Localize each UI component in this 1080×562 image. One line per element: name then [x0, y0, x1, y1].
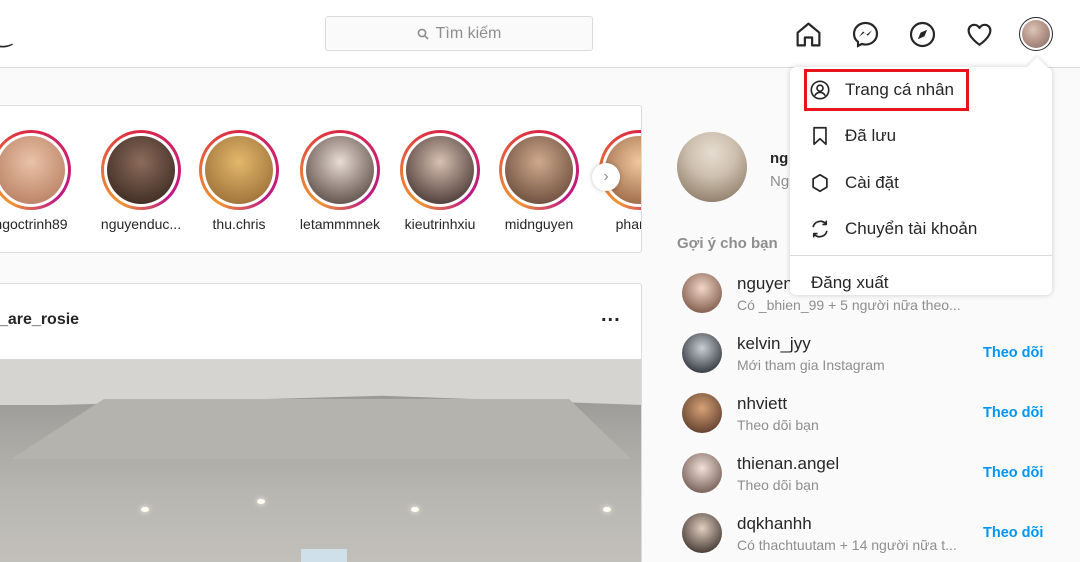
suggestion-username[interactable]: nhviett [737, 394, 787, 414]
bookmark-icon [813, 126, 827, 146]
follow-button[interactable]: Theo dõi [983, 345, 1043, 361]
instagram-logo[interactable]: ‿ [0, 22, 12, 48]
search-input[interactable]: Tìm kiếm [325, 16, 593, 51]
story-username: letammmnek [299, 216, 381, 232]
suggestion-username[interactable]: nguyen [737, 274, 793, 294]
search-icon [417, 28, 429, 40]
menu-item-label: Chuyển tài khoản [845, 219, 978, 238]
avatar[interactable] [682, 393, 722, 433]
post-image[interactable] [0, 359, 641, 562]
stories-tray: ngoctrinh89 nguyenduc... thu.chris letam… [0, 105, 642, 253]
avatar[interactable] [682, 513, 722, 553]
story-item[interactable]: kieutrinhxiu [400, 130, 480, 232]
story-item[interactable]: letammmnek [300, 130, 380, 232]
story-avatar [205, 136, 273, 204]
suggestion-subtitle: Theo dõi bạn [737, 477, 819, 493]
suggestion-subtitle: Có thachtuutam + 14 người nữa t... [737, 537, 957, 553]
story-item[interactable]: midnguyen [499, 130, 579, 232]
profile-avatar-button[interactable] [1019, 17, 1053, 51]
stories-next-button[interactable]: › [592, 163, 620, 191]
messenger-icon [852, 21, 878, 48]
more-options-icon[interactable]: ... [601, 304, 621, 327]
menu-divider [790, 255, 1052, 256]
avatar[interactable] [682, 333, 722, 373]
highlight-box [804, 69, 969, 111]
suggestion-row: kelvin_jyy Mới tham gia Instagram Theo d… [682, 333, 1062, 377]
story-avatar [107, 136, 175, 204]
story-username: thu.chris [212, 216, 266, 232]
suggestion-row: thienan.angel Theo dõi bạn Theo dõi [682, 453, 1062, 497]
follow-button[interactable]: Theo dõi [983, 525, 1043, 541]
post-username[interactable]: _are_rosie [0, 311, 79, 329]
avatar [1022, 20, 1050, 48]
suggestion-username[interactable]: thienan.angel [737, 454, 839, 474]
story-username: nguyenduc... [100, 216, 182, 232]
follow-button[interactable]: Theo dõi [983, 465, 1043, 481]
menu-item-switch-account[interactable]: Chuyển tài khoản [790, 206, 1052, 252]
search-placeholder: Tìm kiếm [435, 24, 502, 42]
story-avatar [306, 136, 374, 204]
top-navigation-bar: ‿ Tìm kiếm [0, 0, 1080, 68]
messenger-button[interactable] [849, 18, 881, 50]
suggestions-title: Gợi ý cho bạn [677, 235, 778, 252]
story-avatar [505, 136, 573, 204]
story-item[interactable]: nguyenduc... [101, 130, 181, 232]
menu-item-logout[interactable]: Đăng xuất [811, 273, 889, 293]
story-avatar [406, 136, 474, 204]
gear-icon [812, 173, 828, 193]
explore-button[interactable] [906, 18, 938, 50]
menu-item-saved[interactable]: Đã lưu [790, 113, 1052, 159]
home-icon [796, 22, 820, 46]
suggestion-username[interactable]: kelvin_jyy [737, 334, 811, 354]
suggestion-subtitle: Có _bhien_99 + 5 người nữa theo... [737, 297, 961, 313]
story-username: phanda [615, 216, 641, 232]
my-avatar[interactable] [677, 132, 747, 202]
chevron-right-icon: › [603, 168, 609, 185]
story-avatar [0, 136, 65, 204]
menu-item-label: Cài đặt [845, 173, 899, 192]
suggestion-username[interactable]: dqkhanhh [737, 514, 812, 534]
suggestion-row: nhviett Theo dõi bạn Theo dõi [682, 393, 1062, 437]
switch-account-icon [812, 220, 828, 238]
home-button[interactable] [792, 18, 824, 50]
story-username: midnguyen [504, 216, 574, 232]
follow-button[interactable]: Theo dõi [983, 405, 1043, 421]
suggestion-subtitle: Mới tham gia Instagram [737, 357, 885, 373]
feed-post: _are_rosie ... [0, 283, 642, 562]
story-username: ngoctrinh89 [0, 216, 68, 232]
suggestion-subtitle: Theo dõi bạn [737, 417, 819, 433]
menu-item-settings[interactable]: Cài đặt [790, 160, 1052, 206]
activity-button[interactable] [963, 18, 995, 50]
avatar[interactable] [682, 453, 722, 493]
suggestion-row: dqkhanhh Có thachtuutam + 14 người nữa t… [682, 513, 1062, 557]
compass-icon [909, 21, 935, 47]
heart-icon [967, 23, 991, 46]
story-item[interactable]: thu.chris [199, 130, 279, 232]
story-username: kieutrinhxiu [404, 216, 476, 232]
avatar[interactable] [682, 273, 722, 313]
story-item[interactable]: ngoctrinh89 [0, 130, 71, 232]
menu-item-label: Đã lưu [845, 126, 897, 145]
